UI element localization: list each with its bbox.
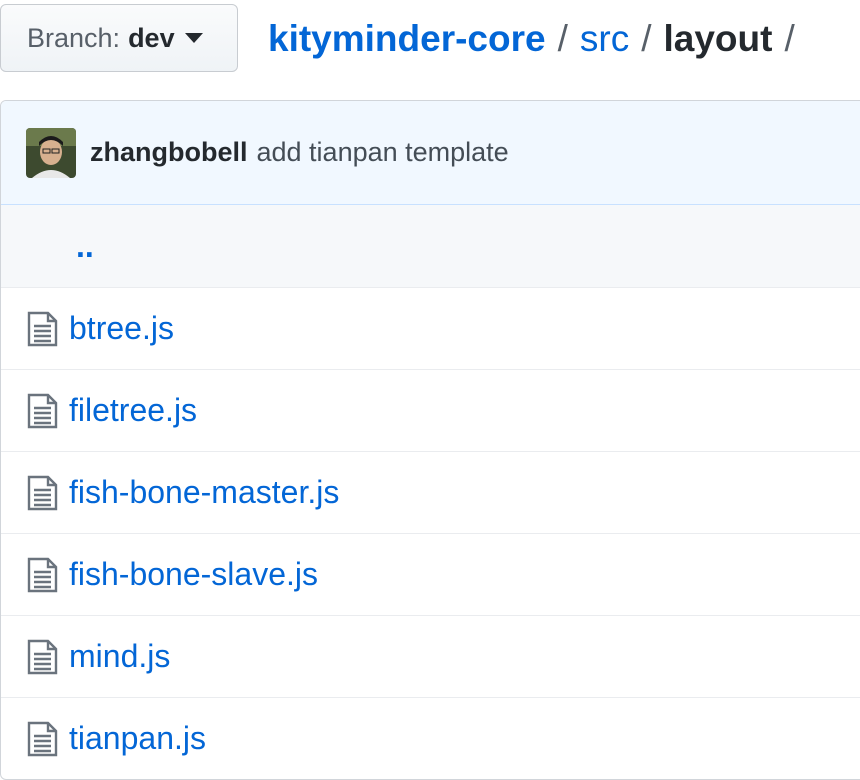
file-link[interactable]: mind.js [69,638,170,675]
user-avatar[interactable] [26,127,76,178]
file-link[interactable]: fish-bone-slave.js [69,556,318,593]
file-link[interactable]: filetree.js [69,392,197,429]
file-text-icon [25,393,59,429]
file-link[interactable]: btree.js [69,310,174,347]
file-row: filetree.js [1,369,860,451]
file-row: fish-bone-master.js [1,451,860,533]
latest-commit-bar: zhangbobell add tianpan template [1,101,860,205]
file-link[interactable]: fish-bone-master.js [69,474,339,511]
file-text-icon [25,639,59,675]
branch-value: dev [128,22,175,53]
breadcrumb: kityminder-core / src / layout / [268,14,807,64]
commit-author[interactable]: zhangbobell [90,137,248,168]
parent-directory-row: .. [1,205,860,287]
parent-directory-link[interactable]: .. [76,228,94,265]
file-listing: zhangbobell add tianpan template .. btre… [0,100,860,780]
commit-message[interactable]: add tianpan template [257,137,509,168]
file-row: fish-bone-slave.js [1,533,860,615]
file-link[interactable]: tianpan.js [69,720,206,757]
file-text-icon [25,311,59,347]
breadcrumb-folder-link[interactable]: src [580,18,629,60]
caret-down-icon [184,33,203,43]
file-text-icon [25,557,59,593]
file-text-icon [25,721,59,757]
file-row: mind.js [1,615,860,697]
breadcrumb-separator: / [641,18,652,59]
file-row: tianpan.js [1,697,860,779]
breadcrumb-separator: / [784,18,795,59]
file-row: btree.js [1,287,860,369]
branch-select-button[interactable]: Branch: dev [0,4,238,72]
top-bar: Branch: dev kityminder-core / src / layo… [0,0,860,80]
branch-label: Branch: [27,22,121,53]
file-text-icon [25,475,59,511]
breadcrumb-current: layout [663,18,773,59]
breadcrumb-separator: / [557,18,568,59]
breadcrumb-repo-link[interactable]: kityminder-core [268,18,546,60]
